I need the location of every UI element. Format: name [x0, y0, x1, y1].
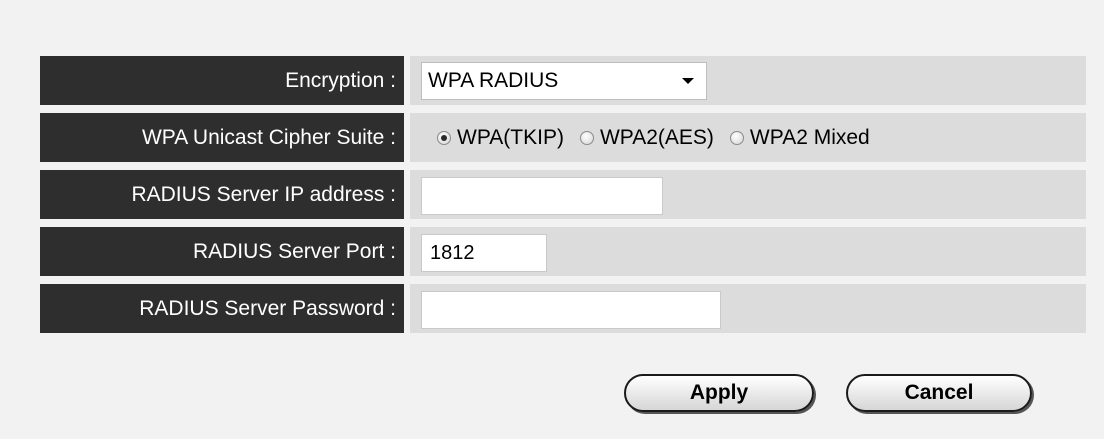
cipher-option-tkip-label: WPA(TKIP)	[457, 125, 564, 149]
radius-port-input[interactable]: 1812	[421, 234, 547, 272]
cipher-suite-label: WPA Unicast Cipher Suite :	[40, 113, 404, 162]
chevron-down-icon	[682, 78, 694, 84]
cipher-option-aes[interactable]: WPA2(AES)	[579, 125, 714, 150]
cipher-option-aes-label: WPA2(AES)	[599, 125, 714, 149]
radius-ip-row: RADIUS Server IP address :	[40, 170, 1086, 219]
radius-ip-input[interactable]	[421, 177, 663, 215]
cipher-suite-row: WPA Unicast Cipher Suite : WPA(TKIP) WPA…	[40, 113, 1086, 162]
radius-port-label: RADIUS Server Port :	[40, 227, 404, 276]
cipher-option-mixed[interactable]: WPA2 Mixed	[729, 125, 870, 150]
cancel-button[interactable]: Cancel	[846, 374, 1032, 412]
radio-button-mixed[interactable]	[729, 130, 744, 145]
cipher-suite-value-cell: WPA(TKIP) WPA2(AES) WPA2 Mixed	[410, 113, 1086, 162]
encryption-select[interactable]: WPA RADIUS	[421, 62, 707, 100]
radius-password-value-cell	[410, 284, 1086, 333]
radius-password-row: RADIUS Server Password :	[40, 284, 1086, 333]
radius-password-input[interactable]	[421, 291, 721, 329]
cipher-option-tkip[interactable]: WPA(TKIP)	[437, 126, 564, 150]
cipher-option-mixed-label: WPA2 Mixed	[749, 125, 870, 149]
cipher-suite-radio-group: WPA(TKIP) WPA2(AES) WPA2 Mixed	[437, 113, 886, 162]
radius-ip-label: RADIUS Server IP address :	[40, 170, 404, 219]
apply-button[interactable]: Apply	[624, 374, 814, 412]
radio-button-aes[interactable]	[579, 130, 594, 145]
wireless-security-panel: Encryption : WPA RADIUS WPA Unicast Ciph…	[0, 0, 1104, 439]
encryption-row: Encryption : WPA RADIUS	[40, 56, 1086, 105]
encryption-selected-value: WPA RADIUS	[428, 69, 559, 92]
encryption-label: Encryption :	[40, 56, 404, 105]
encryption-value-cell: WPA RADIUS	[410, 56, 1086, 105]
radius-port-value-cell: 1812	[410, 227, 1086, 276]
radio-button-tkip[interactable]	[437, 130, 451, 145]
radius-password-label: RADIUS Server Password :	[40, 284, 404, 333]
radius-ip-value-cell	[410, 170, 1086, 219]
radius-port-row: RADIUS Server Port : 1812	[40, 227, 1086, 276]
